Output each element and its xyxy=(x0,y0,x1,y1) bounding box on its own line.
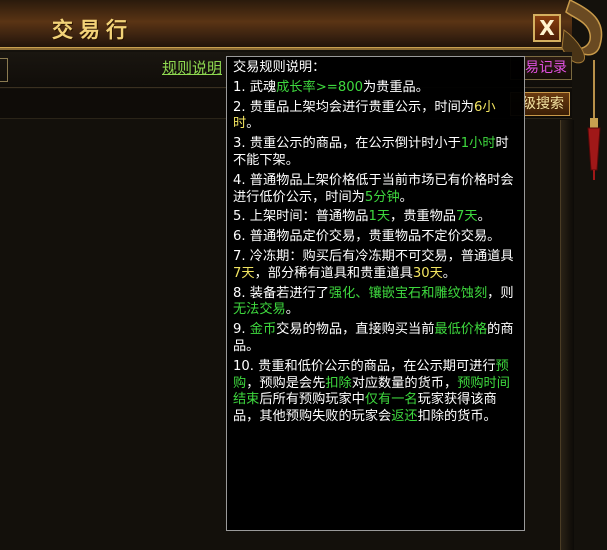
rule-text: ，贵重物品 xyxy=(390,209,456,225)
rule-highlight: 强化、镶嵌宝石和雕纹蚀刻 xyxy=(328,285,488,301)
rule-text: 9. xyxy=(233,322,250,338)
rule-text: 7. 冷冻期：购买后有冷冻期不可交易，普通道具 xyxy=(233,248,514,264)
rule-text: ，预购是会先 xyxy=(246,375,326,391)
rules-link[interactable]: 规则说明 xyxy=(162,57,222,78)
rule-text: 。 xyxy=(399,189,413,205)
rule-item: 9. 金币交易的物品，直接购买当前最低价格的商品。 xyxy=(233,322,519,356)
rule-text: 10. 贵重和低价公示的商品，在公示期可进行 xyxy=(233,358,496,374)
rules-list: 1. 武魂成长率>=800为贵重品。 2. 贵重品上架均会进行贵重公示，时间为6小… xyxy=(233,80,519,426)
rule-highlight: 成长率>=800 xyxy=(276,79,363,95)
rule-text: 8. 装备若进行了 xyxy=(233,285,329,301)
rule-highlight: 仅有一名 xyxy=(364,392,418,408)
rule-item: 8. 装备若进行了强化、镶嵌宝石和雕纹蚀刻，则无法交易。 xyxy=(233,286,519,320)
rule-text: 为贵重品。 xyxy=(363,79,429,95)
rule-text: 交易的物品，直接购买当前 xyxy=(276,322,435,338)
rule-highlight: 无法交易 xyxy=(233,302,286,318)
rule-highlight: 1天 xyxy=(368,209,391,225)
rule-highlight: 5分钟 xyxy=(364,189,400,205)
rule-text: 。 xyxy=(477,209,491,225)
rule-item: 4. 普通物品上架价格低于当前市场已有价格时会进行低价公示，时间为5分钟。 xyxy=(233,173,519,207)
rule-highlight: 1小时 xyxy=(460,136,496,152)
scrollbar-track[interactable] xyxy=(560,120,574,550)
rule-text: 3. 贵重公示的商品，在公示倒计时小于 xyxy=(233,136,461,152)
rule-highlight: 金币 xyxy=(249,322,277,338)
rule-item: 5. 上架时间：普通物品1天，贵重物品7天。 xyxy=(233,209,519,226)
rule-highlight: 最低价格 xyxy=(434,322,488,338)
rule-item: 10. 贵重和低价公示的商品，在公示期可进行预购，预购是会先扣除对应数量的货币，… xyxy=(233,359,519,426)
tooltip-heading: 交易规则说明： xyxy=(233,60,326,75)
rule-text: 对应数量的货币， xyxy=(351,375,458,391)
rule-highlight: 扣除 xyxy=(325,375,352,391)
rule-item: 3. 贵重公示的商品，在公示倒计时小于1小时时不能下架。 xyxy=(233,136,519,170)
rule-text: ，部分稀有道具和贵重道具 xyxy=(254,265,413,281)
close-button[interactable]: X xyxy=(533,14,561,42)
rule-item: 1. 武魂成长率>=800为贵重品。 xyxy=(233,80,519,97)
tab-edge[interactable] xyxy=(0,58,8,82)
rule-text: 扣除的货币。 xyxy=(417,409,497,425)
rule-text: 。 xyxy=(285,302,299,318)
title-bar[interactable]: 交易行 X xyxy=(0,0,572,50)
rule-highlight: 7天 xyxy=(455,209,478,225)
rule-text: 6. 普通物品定价交易，贵重物品不定价交易。 xyxy=(233,229,501,245)
window-title: 交易行 xyxy=(52,18,133,42)
rule-text: 。 xyxy=(246,116,260,132)
rule-text: 后所有预购玩家中 xyxy=(259,392,365,408)
rule-text: 5. 上架时间：普通物品 xyxy=(233,209,369,225)
rule-text: ，则 xyxy=(487,285,514,301)
rule-highlight: 7天 xyxy=(233,265,255,281)
rule-highlight: 30天 xyxy=(412,265,443,281)
rules-tooltip: 交易规则说明： 1. 武魂成长率>=800为贵重品。 2. 贵重品上架均会进行贵重… xyxy=(226,56,525,531)
rule-text: 1. 武魂 xyxy=(233,79,277,95)
close-icon: X xyxy=(539,16,555,40)
rule-item: 7. 冷冻期：购买后有冷冻期不可交易，普通道具7天，部分稀有道具和贵重道具30天… xyxy=(233,249,519,283)
rule-item: 2. 贵重品上架均会进行贵重公示，时间为6小时。 xyxy=(233,100,519,134)
rule-highlight: 返还 xyxy=(391,409,418,425)
rule-text: 2. 贵重品上架均会进行贵重公示，时间为 xyxy=(233,99,474,115)
rule-text: 。 xyxy=(442,265,456,281)
rule-item: 6. 普通物品定价交易，贵重物品不定价交易。 xyxy=(233,229,519,246)
